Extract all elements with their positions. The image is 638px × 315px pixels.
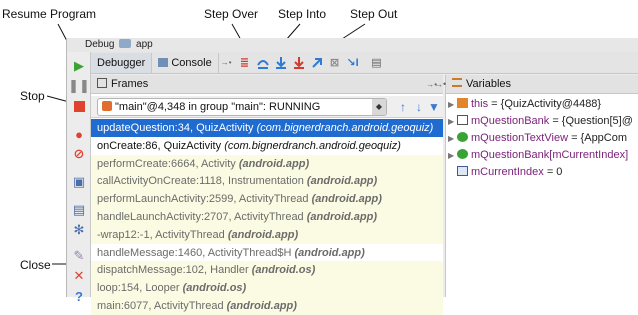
field-icon — [457, 132, 468, 142]
frame-row[interactable]: handleMessage:1460, ActivityThread$H (an… — [91, 243, 443, 262]
variables-header: Variables — [446, 75, 638, 94]
stop-callout: Stop — [20, 89, 45, 103]
frame-row[interactable]: dispatchMessage:102, Handler (android.os… — [91, 261, 443, 280]
frames-panel: Frames →• "main"@4,348 in group "main": … — [91, 75, 443, 315]
frame-list: updateQuestion:34, QuizActivity (com.big… — [91, 119, 443, 315]
frame-row[interactable]: loop:154, Looper (android.os) — [91, 279, 443, 297]
drop-frame-button[interactable]: ⊠ — [326, 54, 344, 72]
frame-row[interactable]: -wrap12:-1, ActivityThread (android.app) — [91, 225, 443, 244]
pause-button[interactable]: ❚❚ — [68, 77, 90, 95]
get-thread-dump-button[interactable]: ▣ — [70, 173, 88, 191]
step-out-callout: Step Out — [350, 7, 398, 21]
tab-debugger[interactable]: Debugger — [91, 52, 153, 73]
tab-console[interactable]: Console — [152, 52, 219, 73]
primitive-icon — [457, 166, 468, 176]
debug-tool-window: Debug app Debugger Console →• ≣ ⊠ ↘I ▤ ▶… — [66, 38, 638, 315]
console-icon — [158, 57, 169, 67]
previous-frame-up-button[interactable]: ↑ — [395, 99, 411, 115]
close-callout: Close — [20, 258, 51, 272]
variables-pin-icon[interactable]: →• — [434, 79, 446, 89]
folder-icon — [119, 39, 132, 48]
expand-arrow-icon[interactable]: ▶ — [448, 130, 457, 147]
chevron-updown-icon: ◆ — [372, 99, 386, 115]
expand-arrow-icon[interactable]: ▶ — [448, 113, 457, 130]
stop-icon — [73, 100, 85, 112]
next-frame-down-button[interactable]: ↓ — [411, 99, 427, 115]
debug-title: Debug — [85, 39, 115, 50]
step-over-button[interactable] — [254, 54, 272, 72]
variables-icon — [452, 78, 462, 87]
frame-row[interactable]: main:6077, ActivityThread (android.app) — [91, 296, 443, 315]
object-icon — [457, 98, 468, 108]
pin-tab-button[interactable]: ✎ — [70, 247, 88, 265]
variable-row[interactable]: ▶ mQuestionBank = {Question[5]@ — [446, 113, 638, 130]
resume-program-button[interactable]: ▶ — [70, 57, 88, 75]
debug-title-bar: Debug app — [67, 38, 638, 52]
step-over-callout: Step Over — [204, 7, 259, 21]
step-into-button[interactable] — [272, 54, 290, 72]
field-icon — [457, 149, 468, 159]
app-title: app — [136, 39, 153, 50]
step-over-icon — [256, 59, 269, 69]
thread-icon — [102, 101, 112, 111]
variable-row[interactable]: ▶ mQuestionTextView = {AppCom — [446, 130, 638, 147]
frames-header: Frames →• — [91, 75, 443, 94]
step-into-icon — [275, 56, 286, 69]
show-execution-point-button[interactable]: ≣ — [236, 54, 254, 72]
thread-row: "main"@4,348 in group "main": RUNNING ◆ … — [91, 96, 443, 118]
frame-row[interactable]: performCreate:6664, Activity (android.ap… — [91, 154, 443, 173]
frame-row[interactable]: callActivityOnCreate:1118, Instrumentati… — [91, 172, 443, 191]
step-out-icon — [311, 57, 322, 68]
debug-left-toolbar: ▶ ❚❚ ● ⊘ ▣ ▤ ✻ ✎ ✕ ? — [67, 52, 91, 304]
variable-row[interactable]: mCurrentIndex = 0 — [446, 164, 638, 181]
thread-selector[interactable]: "main"@4,348 in group "main": RUNNING ◆ — [97, 98, 387, 116]
force-step-into-button[interactable] — [290, 54, 308, 72]
settings-gear-icon[interactable]: ✻ — [70, 221, 88, 239]
force-step-into-icon — [293, 56, 304, 69]
frames-icon — [97, 78, 107, 88]
evaluate-expression-button[interactable]: ▤ — [368, 54, 386, 72]
variable-row[interactable]: ▶ this = {QuizActivity@4488} — [446, 96, 638, 113]
restore-layout-button[interactable]: ▤ — [70, 201, 88, 219]
expand-arrow-icon[interactable]: ▶ — [448, 147, 457, 164]
variables-panel: Variables ▶ this = {QuizActivity@4488} ▶ m… — [434, 75, 638, 297]
expand-arrow-icon[interactable]: ▶ — [448, 96, 457, 113]
frame-row[interactable]: onCreate:86, QuizActivity (com.bignerdra… — [91, 136, 443, 155]
pin-icon[interactable]: →• — [221, 58, 232, 67]
array-icon — [457, 115, 468, 125]
debug-toolbar: Debugger Console →• ≣ ⊠ ↘I ▤ — [91, 52, 638, 74]
frame-row[interactable]: handleLaunchActivity:2707, ActivityThrea… — [91, 207, 443, 226]
resume-program-callout: Resume Program — [2, 7, 97, 21]
run-to-cursor-button[interactable]: ↘I — [344, 54, 362, 72]
step-into-callout: Step Into — [278, 7, 327, 21]
close-button[interactable]: ✕ — [70, 267, 88, 285]
mute-breakpoints-button[interactable]: ⊘ — [70, 145, 88, 163]
frame-row[interactable]: performLaunchActivity:2599, ActivityThre… — [91, 190, 443, 208]
view-breakpoints-button[interactable]: ● — [70, 125, 88, 143]
variable-row[interactable]: ▶ mQuestionBank[mCurrentIndex] — [446, 147, 638, 164]
stop-button[interactable] — [70, 97, 88, 115]
help-icon[interactable]: ? — [70, 287, 88, 305]
step-out-button[interactable] — [308, 54, 326, 72]
frame-row[interactable]: updateQuestion:34, QuizActivity (com.big… — [91, 119, 443, 137]
filter-icon[interactable]: ▼ — [426, 99, 442, 115]
